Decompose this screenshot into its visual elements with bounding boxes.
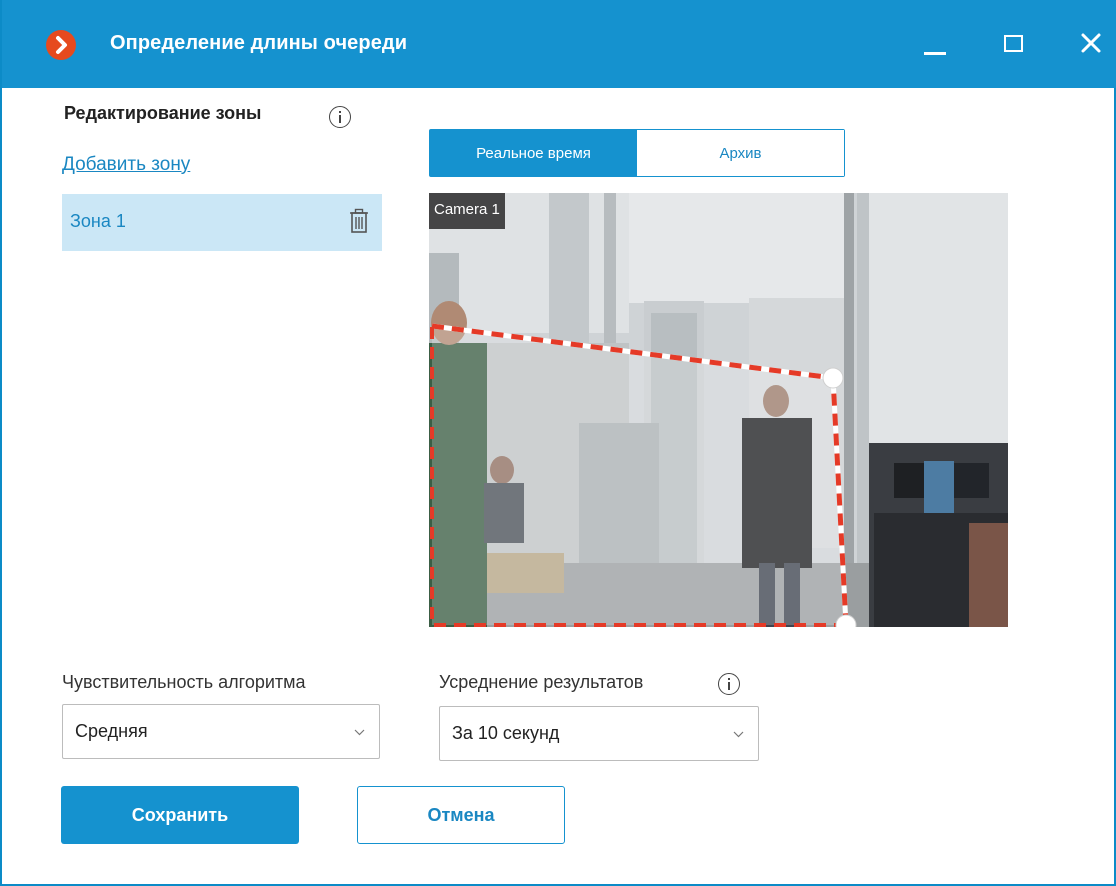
averaging-value: За 10 секунд [452, 723, 560, 743]
averaging-select[interactable]: За 10 секунд [439, 706, 759, 761]
chevron-down-icon [733, 731, 744, 738]
zone-list-item[interactable]: Зона 1 [62, 194, 382, 251]
camera-video-view[interactable]: Camera 1 [429, 193, 1008, 627]
maximize-button[interactable] [992, 22, 1040, 66]
close-button[interactable] [1068, 22, 1116, 66]
sensitivity-label: Чувствительность алгоритма [62, 672, 306, 692]
zone-editing-heading: Редактирование зоны [64, 103, 262, 123]
minimize-icon [924, 52, 946, 55]
queue-length-dialog: Определение длины очереди Редактирование… [0, 0, 1116, 886]
minimize-button[interactable] [910, 22, 958, 66]
maximize-icon [1004, 35, 1023, 52]
close-icon [1081, 33, 1101, 53]
window-title: Определение длины очереди [110, 32, 408, 54]
sensitivity-select[interactable]: Средняя [62, 704, 380, 759]
tab-archive[interactable]: Архив [637, 130, 844, 176]
cancel-button[interactable]: Отмена [357, 786, 565, 844]
zone-item-label: Зона 1 [70, 211, 126, 231]
info-icon[interactable] [718, 673, 740, 695]
zone-vertex-handle[interactable] [822, 367, 844, 389]
add-zone-link[interactable]: Добавить зону [62, 154, 190, 176]
averaging-label: Усреднение результатов [439, 672, 644, 692]
detection-zone-outline[interactable] [429, 193, 1008, 627]
view-mode-toggle: Реальное время Архив [429, 129, 845, 177]
info-icon[interactable] [329, 106, 351, 128]
trash-icon[interactable] [348, 208, 370, 234]
chevron-down-icon [354, 729, 365, 736]
app-logo-icon [46, 30, 76, 60]
save-button[interactable]: Сохранить [61, 786, 299, 844]
tab-realtime[interactable]: Реальное время [430, 130, 637, 176]
title-bar[interactable]: Определение длины очереди [2, 0, 1116, 88]
sensitivity-value: Средняя [75, 721, 148, 741]
camera-name-label: Camera 1 [429, 193, 505, 229]
